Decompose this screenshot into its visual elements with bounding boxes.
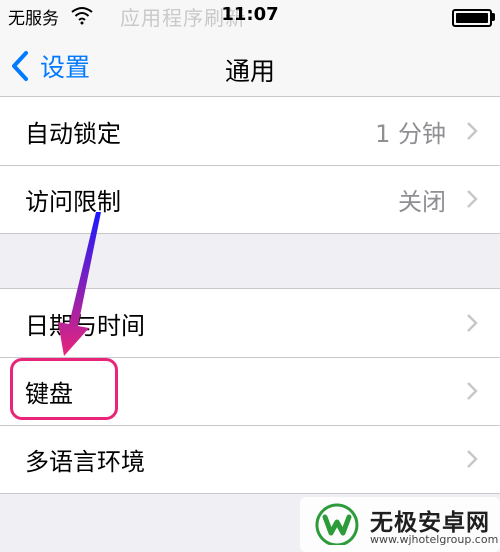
watermark: 无极安卓网 www.wjhotelgroup.com [300,497,500,552]
row-international[interactable]: 多语言环境 [0,425,500,493]
status-time: 11:07 [221,4,279,25]
status-bar: 无服务 应用程序刷新 11:07 [0,0,500,34]
chevron-right-icon [467,122,478,140]
battery-tip [491,13,495,21]
row-date-time[interactable]: 日期与时间 [0,289,500,357]
chevron-right-icon [467,382,478,400]
page-title: 通用 [224,57,275,86]
battery-icon [452,9,492,27]
watermark-title: 无极安卓网 [370,510,490,536]
chevron-right-icon [467,190,478,208]
chevron-right-icon [467,450,478,468]
row-restrictions[interactable]: 访问限制 关闭 [0,165,500,233]
settings-group-lock: 自动锁定 1 分钟 访问限制 关闭 [0,96,500,234]
keyboard-highlight-box [10,358,118,420]
row-auto-lock[interactable]: 自动锁定 1 分钟 [0,97,500,165]
row-value: 关闭 [398,188,446,216]
row-label: 访问限制 [25,188,121,216]
watermark-url: www.wjhotelgroup.com [370,533,499,546]
row-value: 1 分钟 [375,120,446,148]
navigation-bar: 设置 通用 [0,34,500,101]
row-label: 日期与时间 [25,312,145,340]
row-label: 自动锁定 [25,120,121,148]
logo-icon [315,503,359,545]
chevron-right-icon [467,314,478,332]
row-label: 多语言环境 [25,448,145,476]
